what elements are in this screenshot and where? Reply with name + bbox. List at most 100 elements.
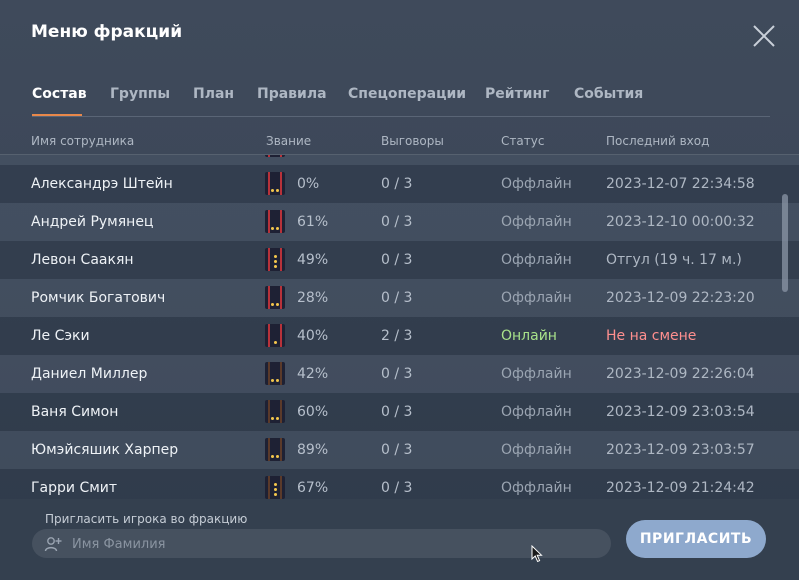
rank-stripe — [280, 362, 282, 385]
rank-stripe — [280, 286, 282, 309]
close-icon — [753, 25, 775, 47]
rank-insignia-icon — [265, 210, 285, 233]
rank-star — [271, 227, 274, 230]
faction-menu-window: Меню фракций Состав Группы План Правила … — [0, 0, 799, 580]
last-login: 2023-12-09 23:03:57 — [606, 442, 755, 458]
warnings-count: 0 / 3 — [381, 176, 413, 192]
tab-plan[interactable]: План — [193, 86, 234, 102]
scrollbar-thumb[interactable] — [782, 194, 788, 292]
rank-insignia-icon — [265, 248, 285, 271]
rank-stripe — [280, 324, 282, 347]
last-login: 2023-12-09 21:24:42 — [606, 480, 755, 496]
rank-stripe — [268, 362, 270, 385]
member-name: Даниел Миллер — [31, 366, 148, 382]
tab-staff[interactable]: Состав — [32, 86, 87, 102]
rank-insignia-icon — [265, 438, 285, 461]
warnings-count: 0 / 3 — [381, 366, 413, 382]
rank-progress: 61% — [297, 214, 329, 230]
table-row[interactable]: Александрэ Штейн 0% 0 / 3 Оффлайн 2023-12-07… — [0, 165, 799, 203]
member-name: Александрэ Штейн — [31, 176, 173, 192]
rank-stripe — [280, 438, 282, 461]
column-header-rank[interactable]: Звание — [266, 134, 311, 148]
rank-stripe — [280, 476, 282, 499]
column-header-warnings[interactable]: Выговоры — [381, 134, 444, 148]
member-name: Ромчик Богатович — [31, 290, 166, 306]
rank-stripe — [268, 476, 270, 499]
rank-star — [273, 488, 277, 491]
column-header-last-login[interactable]: Последний вход — [606, 134, 709, 148]
member-name: Ваня Симон — [31, 404, 119, 420]
rank-insignia-icon — [265, 155, 285, 157]
status-label: Оффлайн — [501, 176, 572, 192]
rank-star — [273, 493, 277, 496]
last-login: 2023-12-09 22:23:20 — [606, 290, 755, 306]
last-login: 2023-12-09 22:26:04 — [606, 366, 755, 382]
members-table[interactable]: Никита Бонанно0 / 3Оффлайн2023-12-09 23:… — [0, 155, 799, 499]
status-label: Онлайн — [501, 328, 557, 344]
rank-star — [273, 341, 277, 344]
rank-stripe — [280, 248, 282, 271]
tab-special-ops[interactable]: Спецоперации — [348, 86, 466, 102]
rank-star — [273, 260, 277, 263]
last-login: 2023-12-09 23:03:54 — [606, 404, 755, 420]
last-login: 2023-12-07 22:34:58 — [606, 176, 755, 192]
invite-button[interactable]: ПРИГЛАСИТЬ — [626, 520, 766, 558]
column-header-name[interactable]: Имя сотрудника — [31, 134, 134, 148]
warnings-count: 0 / 3 — [381, 252, 413, 268]
table-row[interactable]: Левон Саакян 49% 0 / 3 Оффлайн Отгул (19 ч. … — [0, 241, 799, 279]
rank-insignia-icon — [265, 172, 285, 195]
member-name: Андрей Румянец — [31, 214, 154, 230]
warnings-count: 0 / 3 — [381, 480, 413, 496]
status-label: Оффлайн — [501, 290, 572, 306]
invite-name-input[interactable] — [70, 529, 604, 560]
tab-groups[interactable]: Группы — [110, 86, 170, 102]
member-name: Ле Сэки — [31, 328, 90, 344]
rank-progress: 67% — [297, 480, 329, 496]
table-row[interactable]: Ваня Симон 60% 0 / 3 Оффлайн 2023-12-09 23:0… — [0, 393, 799, 431]
table-row[interactable]: Гарри Смит 67% 0 / 3 Оффлайн 2023-12-09 21:2… — [0, 469, 799, 499]
table-row[interactable]: Ле Сэки 40% 2 / 3 Онлайн Не на смене — [0, 317, 799, 355]
rank-star — [273, 255, 277, 258]
table-row[interactable]: Юмэйсяшик Харпер 89% 0 / 3 Оффлайн 2023-12-0… — [0, 431, 799, 469]
invite-field[interactable] — [32, 529, 611, 560]
rank-star — [276, 417, 279, 420]
table-row[interactable]: Никита Бонанно0 / 3Оффлайн2023-12-09 23:… — [0, 155, 799, 165]
status-label: Оффлайн — [501, 404, 572, 420]
last-login: Не на смене — [606, 328, 697, 344]
rank-stripe — [268, 286, 270, 309]
members-table-body: Никита Бонанно0 / 3Оффлайн2023-12-09 23:… — [0, 155, 799, 499]
member-name: Левон Саакян — [31, 252, 134, 268]
table-row[interactable]: Даниел Миллер 42% 0 / 3 Оффлайн 2023-12-09 2… — [0, 355, 799, 393]
status-label: Оффлайн — [501, 214, 572, 230]
rank-star — [271, 303, 274, 306]
status-label: Оффлайн — [501, 366, 572, 382]
rank-progress: 28% — [297, 290, 329, 306]
rank-stripe — [268, 155, 270, 157]
last-login: Отгул (19 ч. 17 м.) — [606, 252, 742, 268]
status-label: Оффлайн — [501, 252, 572, 268]
warnings-count: 0 / 3 — [381, 214, 413, 230]
rank-star — [276, 227, 279, 230]
last-login: 2023-12-10 00:00:32 — [606, 214, 755, 230]
rank-progress: 42% — [297, 366, 329, 382]
status-label: Оффлайн — [501, 480, 572, 496]
rank-star — [271, 417, 274, 420]
rank-progress: 40% — [297, 328, 329, 344]
rank-stripe — [280, 400, 282, 423]
invite-label: Пригласить игрока во фракцию — [45, 512, 248, 526]
column-header-status[interactable]: Статус — [501, 134, 544, 148]
tab-events[interactable]: События — [574, 86, 643, 102]
rank-stripe — [268, 324, 270, 347]
status-label: Оффлайн — [501, 442, 572, 458]
rank-stripe — [280, 155, 282, 157]
table-row[interactable]: Андрей Румянец 61% 0 / 3 Оффлайн 2023-12-10 … — [0, 203, 799, 241]
close-button[interactable] — [750, 22, 778, 50]
rank-insignia-icon — [265, 324, 285, 347]
tabs-divider — [32, 116, 770, 117]
rank-progress: 60% — [297, 404, 329, 420]
tab-rules[interactable]: Правила — [257, 86, 327, 102]
rank-insignia-icon — [265, 400, 285, 423]
tab-rating[interactable]: Рейтинг — [485, 86, 549, 102]
table-row[interactable]: Ромчик Богатович 28% 0 / 3 Оффлайн 2023-12-0… — [0, 279, 799, 317]
rank-star — [273, 265, 277, 268]
